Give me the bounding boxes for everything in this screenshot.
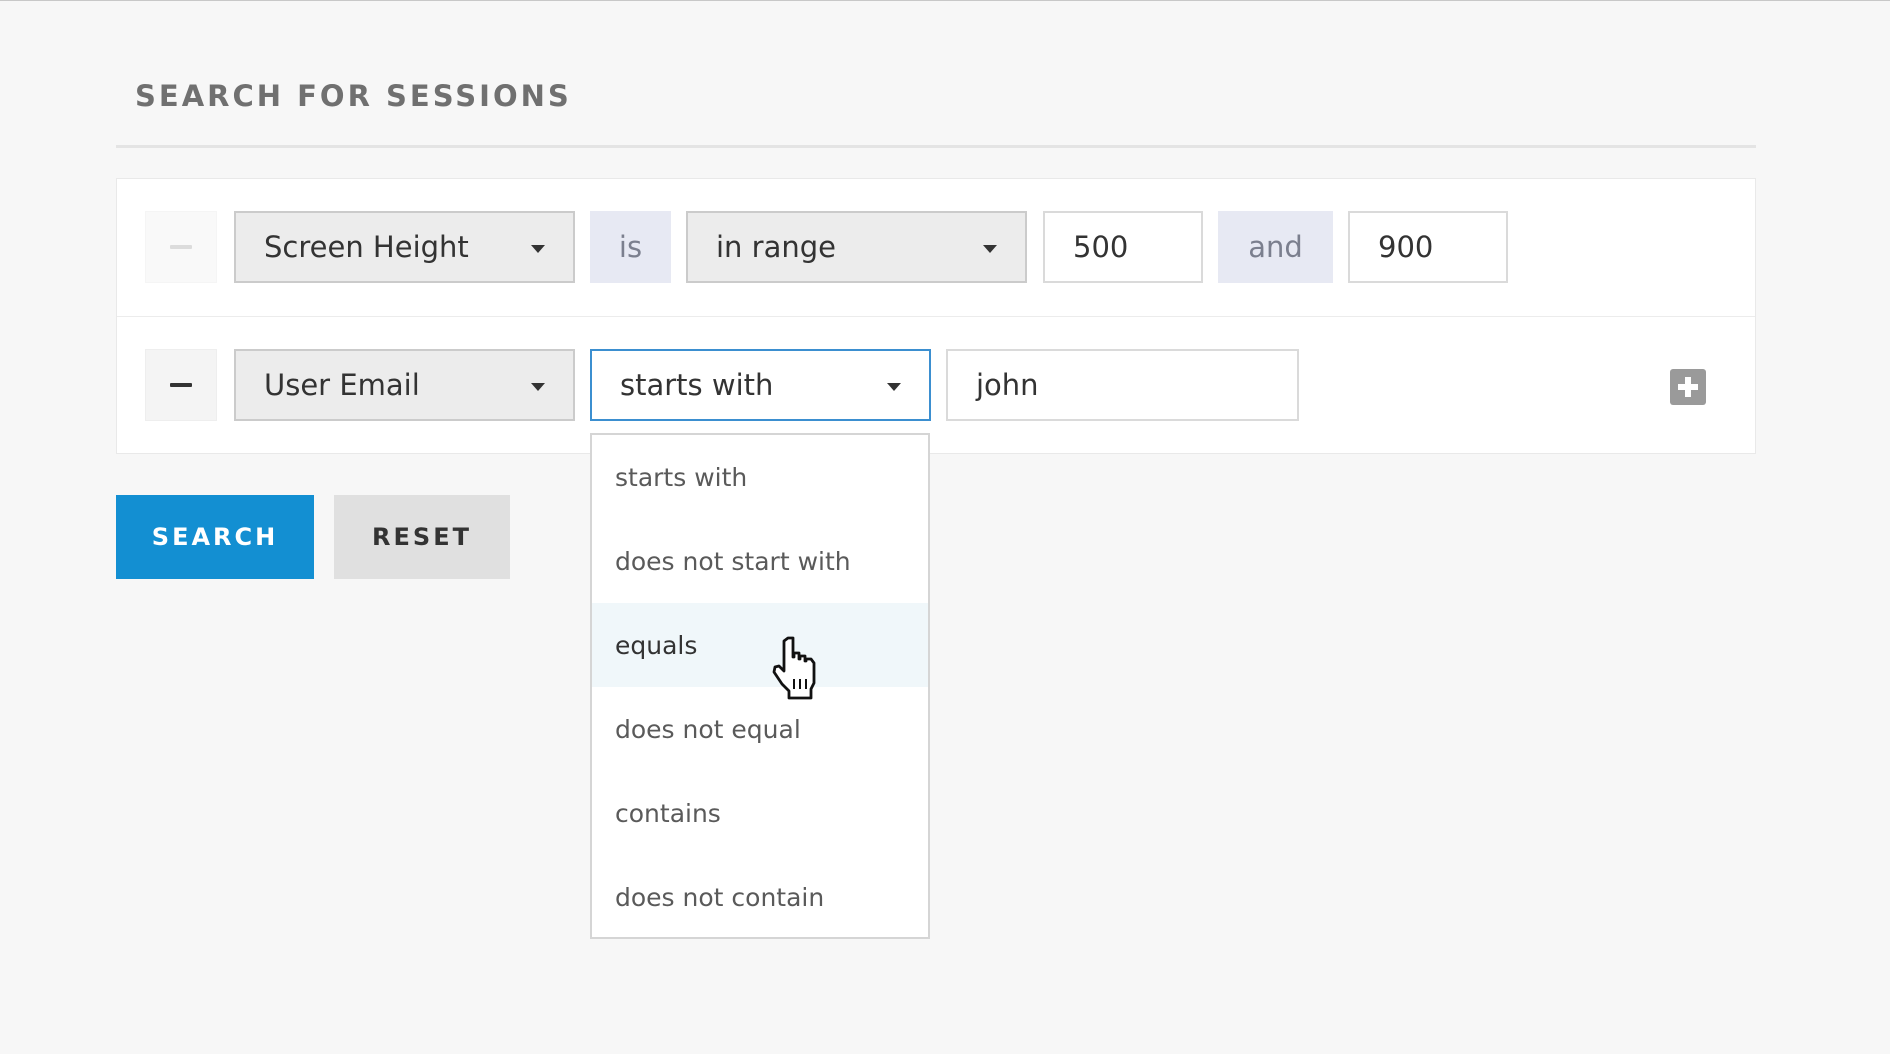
dropdown-option[interactable]: starts with bbox=[592, 435, 928, 519]
range-to-input[interactable]: 900 bbox=[1348, 211, 1508, 283]
minus-icon bbox=[170, 245, 192, 249]
remove-filter-button[interactable] bbox=[145, 349, 217, 421]
dropdown-option[interactable]: does not equal bbox=[592, 687, 928, 771]
connector-label: is bbox=[590, 211, 671, 283]
operator-select-value: starts with bbox=[620, 368, 774, 402]
operator-select-value: in range bbox=[716, 230, 836, 264]
filter-panel: Screen Height is in range 500 and 900 Us… bbox=[116, 178, 1756, 454]
field-select-value: User Email bbox=[264, 368, 420, 402]
field-select[interactable]: Screen Height bbox=[234, 211, 575, 283]
search-button[interactable]: SEARCH bbox=[116, 495, 314, 579]
range-from-input[interactable]: 500 bbox=[1043, 211, 1203, 283]
operator-dropdown-menu: starts with does not start with equals d… bbox=[590, 433, 930, 939]
field-select[interactable]: User Email bbox=[234, 349, 575, 421]
dropdown-option[interactable]: contains bbox=[592, 771, 928, 855]
chevron-down-icon bbox=[531, 245, 545, 253]
add-filter-button[interactable] bbox=[1670, 369, 1706, 405]
field-select-value: Screen Height bbox=[264, 230, 469, 264]
reset-button[interactable]: RESET bbox=[334, 495, 510, 579]
chevron-down-icon bbox=[983, 245, 997, 253]
range-joiner-label: and bbox=[1218, 211, 1333, 283]
dropdown-option[interactable]: does not contain bbox=[592, 855, 928, 939]
page-title: SEARCH FOR SESSIONS bbox=[135, 79, 572, 113]
operator-select-open[interactable]: starts with bbox=[590, 349, 931, 421]
chevron-down-icon bbox=[531, 383, 545, 391]
title-divider bbox=[116, 145, 1756, 148]
operator-select[interactable]: in range bbox=[686, 211, 1027, 283]
row-divider bbox=[117, 316, 1755, 317]
dropdown-option[interactable]: does not start with bbox=[592, 519, 928, 603]
chevron-down-icon bbox=[887, 383, 901, 391]
remove-filter-button[interactable] bbox=[145, 211, 217, 283]
value-input[interactable]: john bbox=[946, 349, 1299, 421]
minus-icon bbox=[170, 383, 192, 387]
dropdown-option[interactable]: equals bbox=[592, 603, 928, 687]
